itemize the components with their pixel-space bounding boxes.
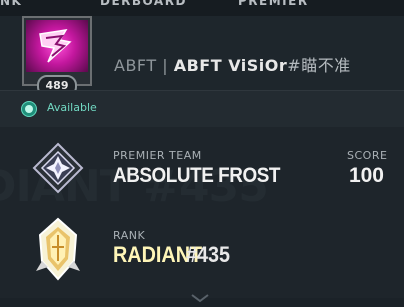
player-display-name: ABFT ViSiOr	[173, 56, 288, 75]
status-row[interactable]: Available	[0, 90, 404, 127]
player-header: 489 ABFT | ABFT ViSiOr#瞄不准	[0, 16, 404, 97]
premier-team-name[interactable]: ABSOLUTE FROST	[113, 164, 280, 188]
score-label: SCORE	[347, 149, 388, 162]
status-dot-icon	[21, 101, 37, 117]
status-text: Available	[47, 101, 97, 114]
player-prefix: ABFT	[114, 56, 157, 75]
player-name: ABFT | ABFT ViSiOr#瞄不准	[114, 52, 351, 76]
rank-label: RANK	[113, 229, 146, 242]
player-tag: #瞄不准	[287, 56, 351, 75]
score-value: 100	[348, 164, 384, 187]
rank-number: #435	[186, 242, 231, 267]
expand-chevron-icon[interactable]	[190, 288, 210, 303]
nav-tab-rank[interactable]: NK	[0, 0, 22, 8]
premier-team-emblem-icon	[32, 142, 84, 194]
nav-tab-premier[interactable]: PREMIER	[238, 0, 309, 8]
player-card-icon	[26, 20, 88, 72]
name-separator: |	[162, 56, 169, 75]
premier-team-label: PREMIER TEAM	[113, 149, 202, 162]
nav-tab-leaderboard[interactable]: DERBOARD	[100, 0, 187, 8]
top-nav: NK DERBOARD PREMIER	[0, 0, 404, 17]
radiant-rank-icon	[34, 217, 82, 281]
